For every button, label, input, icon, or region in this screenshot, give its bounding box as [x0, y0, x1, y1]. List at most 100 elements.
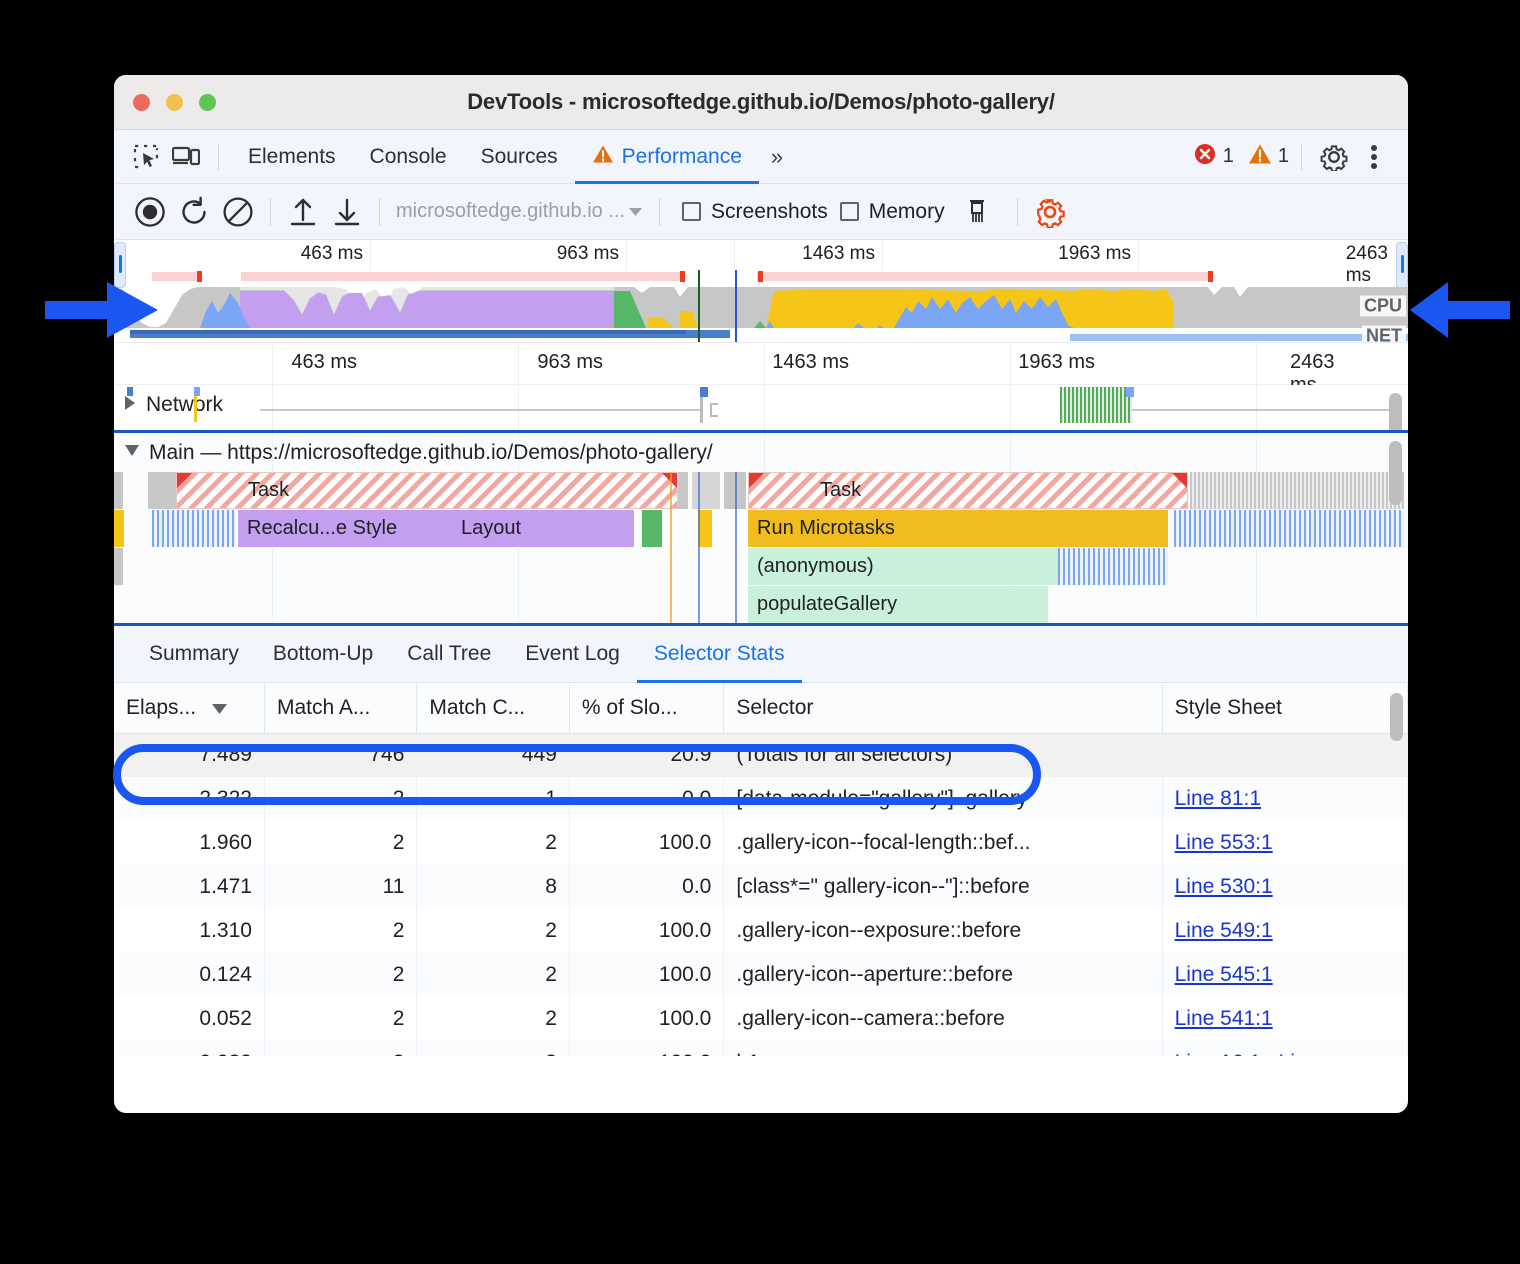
network-expand-triangle-icon[interactable]: [124, 395, 137, 416]
inspect-element-icon[interactable]: [126, 137, 166, 177]
flame-label-task-1: Task: [248, 479, 289, 502]
tab-call-tree-label: Call Tree: [407, 642, 491, 666]
record-circle-icon[interactable]: [128, 190, 172, 234]
tab-event-log[interactable]: Event Log: [508, 626, 637, 683]
main-track-scrollbar-thumb[interactable]: [1389, 441, 1402, 505]
flame-block-system[interactable]: [114, 548, 123, 585]
overview-selection-start[interactable]: [698, 270, 700, 342]
cell-selector: .gallery-icon--focal-length::bef...: [724, 821, 1162, 865]
overview-tick-3: 1463 ms: [802, 243, 882, 265]
more-tabs-chevron-icon[interactable]: »: [759, 144, 793, 170]
tab-bottom-up[interactable]: Bottom-Up: [256, 626, 390, 683]
cell-style-sheet: Line 545:1: [1162, 953, 1407, 997]
style-sheet-link[interactable]: Line 553:1: [1175, 831, 1273, 854]
style-sheet-link[interactable]: Line 545:1: [1175, 963, 1273, 986]
table-row[interactable]: 2.322 2 1 0.0 [data-module="gallery"] .g…: [114, 777, 1408, 821]
flame-block-system[interactable]: [678, 472, 688, 509]
column-header-style-sheet-label: Style Sheet: [1175, 696, 1282, 719]
style-sheet-link[interactable]: Line 541:1: [1175, 1007, 1273, 1030]
flame-block-scripting[interactable]: [698, 510, 712, 547]
toolbar-divider: [659, 198, 660, 226]
flame-block-recalculate-style[interactable]: Recalcu...e Style: [238, 510, 452, 547]
style-sheet-link[interactable]: Line 16:1 , Line...: [1175, 1051, 1336, 1056]
screenshots-checkbox[interactable]: Screenshots: [682, 200, 828, 224]
network-track[interactable]: Network: [114, 385, 1408, 430]
flame-block-populate-gallery[interactable]: populateGallery: [748, 586, 1048, 623]
style-sheet-link[interactable]: Line 530:1: [1175, 875, 1273, 898]
cell-style-sheet: Line 553:1: [1162, 821, 1407, 865]
main-collapse-triangle-icon[interactable]: [124, 444, 140, 462]
warning-count: 1: [1278, 145, 1289, 168]
tab-console[interactable]: Console: [353, 130, 464, 184]
flame-block-anonymous[interactable]: (anonymous): [748, 548, 1058, 585]
flame-block-painting[interactable]: [642, 510, 662, 547]
kebab-menu-icon[interactable]: [1354, 137, 1394, 177]
column-header-style-sheet[interactable]: Style Sheet: [1162, 683, 1407, 733]
error-badge[interactable]: 1: [1193, 142, 1234, 171]
memory-checkbox[interactable]: Memory: [840, 200, 945, 224]
flame-block-layout[interactable]: Layout: [452, 510, 634, 547]
timeline-overview[interactable]: 463 ms 963 ms 1463 ms 1963 ms 2463 ms: [114, 240, 1408, 343]
column-header-elapsed[interactable]: Elaps...: [114, 683, 264, 733]
flame-block-scripting[interactable]: [114, 510, 124, 547]
warning-badge[interactable]: 1: [1248, 143, 1289, 170]
flame-block-loading[interactable]: [152, 510, 236, 547]
cell-match-count: 1: [417, 777, 569, 821]
column-header-pct-slow-label: % of Slo...: [582, 696, 678, 719]
flame-block-system[interactable]: [692, 472, 720, 509]
column-header-match-attempts-label: Match A...: [277, 696, 370, 719]
tab-selector-stats[interactable]: Selector Stats: [637, 626, 802, 683]
tab-call-tree[interactable]: Call Tree: [390, 626, 508, 683]
table-row[interactable]: 7.489 746 449 20.9 (Totals for all selec…: [114, 733, 1408, 777]
style-sheet-link[interactable]: Line 81:1: [1175, 787, 1261, 810]
cpu-track-label: CPU: [1360, 296, 1406, 317]
table-row[interactable]: 0.033 3 3 100.0 h1 Line 16:1 , Line...: [114, 1041, 1408, 1056]
cell-pct-slow: 100.0: [569, 821, 723, 865]
style-sheet-link[interactable]: Line 549:1: [1175, 919, 1273, 942]
flame-block-task-1[interactable]: Task: [176, 472, 678, 509]
cell-pct-slow: 0.0: [569, 865, 723, 909]
overview-selection-end[interactable]: [735, 270, 737, 342]
tab-performance[interactable]: Performance: [575, 130, 759, 184]
memory-label: Memory: [869, 200, 945, 224]
flame-block-loading-right-2[interactable]: [1058, 548, 1168, 585]
selector-stats-table-container[interactable]: Elaps... Match A... Match C... % of Slo.…: [114, 683, 1408, 1056]
capture-settings-gear-icon[interactable]: [1028, 190, 1072, 234]
column-header-match-attempts[interactable]: Match A...: [264, 683, 416, 733]
column-header-selector[interactable]: Selector: [724, 683, 1162, 733]
memory-checkbox-box[interactable]: [840, 202, 859, 221]
reload-record-icon[interactable]: [172, 190, 216, 234]
overview-right-handle[interactable]: [1396, 242, 1408, 288]
table-row[interactable]: 0.052 2 2 100.0 .gallery-icon--camera::b…: [114, 997, 1408, 1041]
column-header-pct-slow[interactable]: % of Slo...: [569, 683, 723, 733]
upload-profile-icon[interactable]: [281, 190, 325, 234]
device-toolbar-icon[interactable]: [166, 137, 206, 177]
flame-row-2: (anonymous): [114, 548, 1408, 585]
tab-elements[interactable]: Elements: [231, 130, 353, 184]
flame-block-loading-right[interactable]: [1174, 510, 1404, 547]
screenshots-checkbox-box[interactable]: [682, 202, 701, 221]
table-row[interactable]: 0.124 2 2 100.0 .gallery-icon--aperture:…: [114, 953, 1408, 997]
clear-icon[interactable]: [216, 190, 260, 234]
table-row[interactable]: 1.471 11 8 0.0 [class*=" gallery-icon--"…: [114, 865, 1408, 909]
flame-block-task-2[interactable]: Task: [748, 472, 1188, 509]
table-scrollbar-thumb[interactable]: [1390, 693, 1403, 741]
download-profile-icon[interactable]: [325, 190, 369, 234]
profile-url-select[interactable]: microsoftedge.github.io ...: [396, 200, 643, 223]
main-thread-track[interactable]: Main — https://microsoftedge.github.io/D…: [114, 430, 1408, 626]
profile-url-value: microsoftedge.github.io ...: [396, 200, 625, 223]
table-row[interactable]: 1.310 2 2 100.0 .gallery-icon--exposure:…: [114, 909, 1408, 953]
table-row[interactable]: 1.960 2 2 100.0 .gallery-icon--focal-len…: [114, 821, 1408, 865]
tab-summary[interactable]: Summary: [132, 626, 256, 683]
column-header-match-count[interactable]: Match C...: [417, 683, 569, 733]
tab-sources[interactable]: Sources: [464, 130, 575, 184]
flame-block-system[interactable]: [1190, 472, 1404, 509]
overview-tick-1: 463 ms: [301, 243, 370, 265]
flame-block-system[interactable]: [148, 472, 178, 509]
flame-block-run-microtasks[interactable]: Run Microtasks: [748, 510, 1168, 547]
main-track-label: Main — https://microsoftedge.github.io/D…: [149, 441, 713, 465]
devtools-tabstrip: Elements Console Sources Performance »: [114, 130, 1408, 184]
collect-garbage-icon[interactable]: [955, 190, 999, 234]
gear-icon[interactable]: [1314, 137, 1354, 177]
flame-block-system[interactable]: [114, 472, 123, 509]
